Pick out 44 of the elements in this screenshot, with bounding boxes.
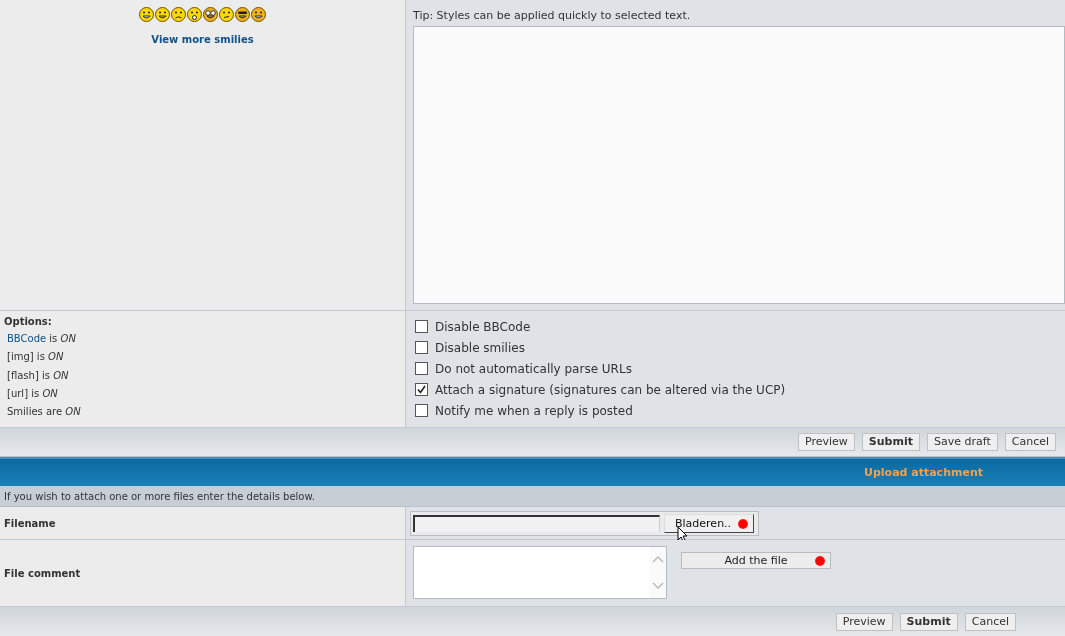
checkbox[interactable] xyxy=(415,362,428,375)
bottom-button[interactable]: Submit xyxy=(899,612,958,631)
smiley-icon[interactable] xyxy=(251,7,266,22)
tip-text: Tip: Styles can be applied quickly to selected text. xyxy=(413,9,692,22)
options-title: Options: xyxy=(4,316,53,327)
bottom-button[interactable]: Cancel xyxy=(964,612,1016,631)
form-button[interactable]: Cancel xyxy=(1004,433,1056,451)
checkbox-label: Disable BBCode xyxy=(435,319,531,334)
smiley-icon[interactable] xyxy=(235,7,250,22)
option-status-text: BBCode is ON xyxy=(6,332,77,346)
info-text: If you wish to attach one or more files enter the details below. xyxy=(4,490,315,502)
smiley-icon[interactable] xyxy=(187,7,202,22)
smiley-icon[interactable] xyxy=(155,7,170,22)
form-button[interactable]: Preview xyxy=(798,433,855,451)
checkbox[interactable] xyxy=(415,383,428,396)
option-status-text: [flash] is ON xyxy=(6,368,70,383)
view-more-smilies-link[interactable]: View more smilies xyxy=(151,34,254,45)
checkmark-icon xyxy=(417,385,426,394)
form-button[interactable]: Save draft xyxy=(927,433,998,451)
option-status-text: [url] is ON xyxy=(6,386,59,401)
option-status-text: Smilies are ON xyxy=(6,405,82,420)
checkbox[interactable] xyxy=(415,341,428,354)
filename-label: Filename xyxy=(3,517,57,529)
option-status-text: [img] is ON xyxy=(6,350,65,365)
checkbox-label: Notify me when a reply is posted xyxy=(435,403,633,418)
dot-icon xyxy=(815,555,825,566)
smiley-icon[interactable] xyxy=(219,7,234,22)
add-file-button[interactable]: Add the file xyxy=(681,552,831,569)
smiley-icon[interactable] xyxy=(203,7,218,22)
checkbox[interactable] xyxy=(415,320,428,333)
file-comment-label: File comment xyxy=(3,567,82,579)
smiley-icon[interactable] xyxy=(171,7,186,22)
section-title: Upload attachment xyxy=(864,466,983,479)
checkbox-label: Attach a signature (signatures can be altered via the UCP) xyxy=(435,382,786,397)
browse-button[interactable]: Bladeren.. xyxy=(664,514,754,533)
file-input-field[interactable] xyxy=(413,515,660,532)
form-button[interactable]: Submit xyxy=(861,433,920,451)
dot-icon xyxy=(738,518,748,529)
checkbox[interactable] xyxy=(415,404,428,417)
bottom-button[interactable]: Preview xyxy=(835,612,893,631)
smiley-icon[interactable] xyxy=(139,7,154,22)
bbcode-link[interactable]: BBCode xyxy=(7,333,47,344)
checkbox-label: Do not automatically parse URLs xyxy=(435,361,632,376)
checkbox-label: Disable smilies xyxy=(435,340,525,355)
